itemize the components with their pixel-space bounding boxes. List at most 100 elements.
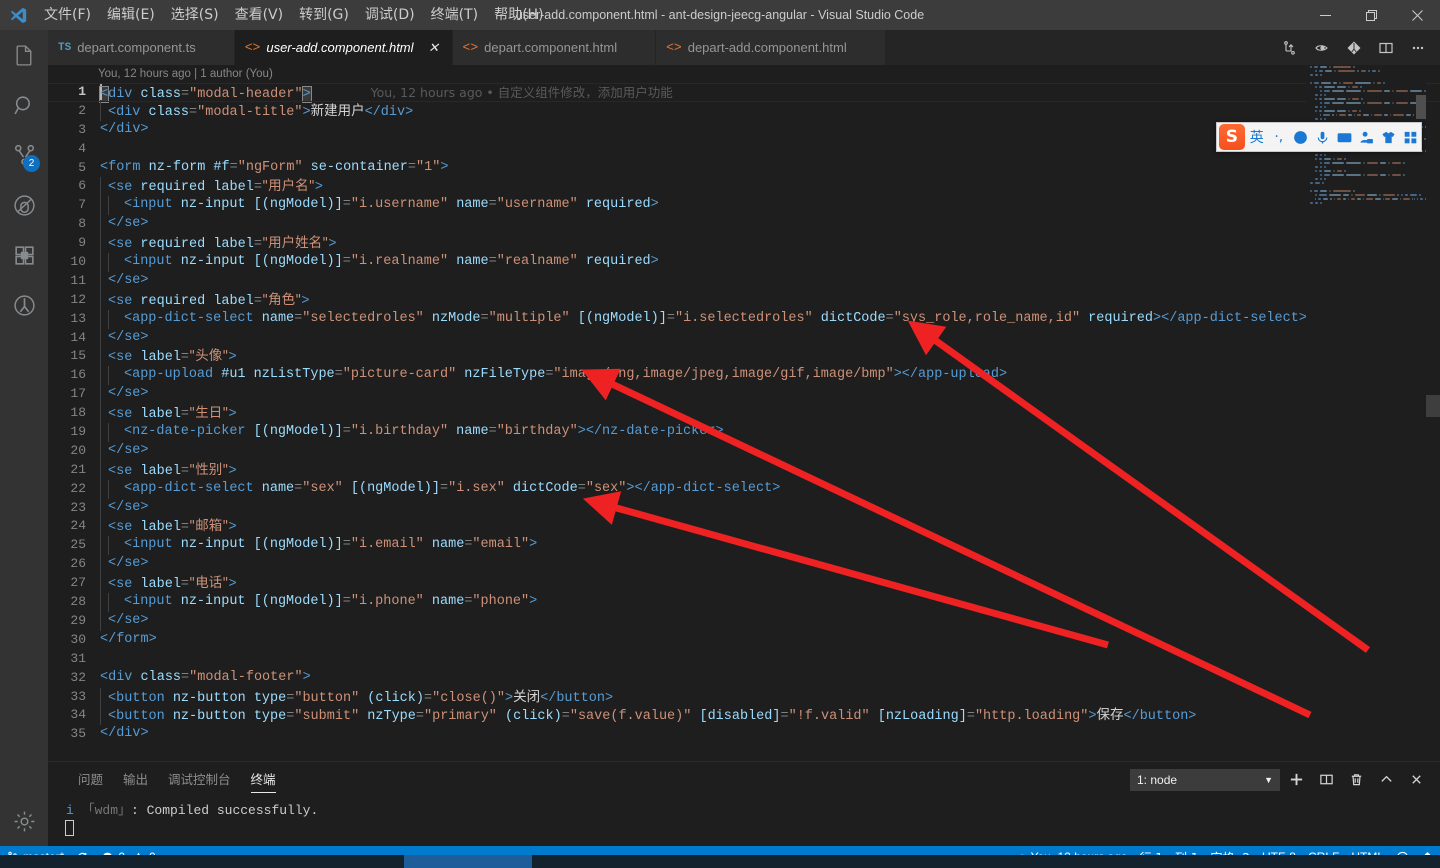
code-token: >: [228, 350, 237, 366]
sidebar-item-search[interactable]: [0, 80, 48, 130]
panel-tab-terminal[interactable]: 终端: [241, 762, 286, 797]
code-line[interactable]: <div class="modal-header"> You, 12 hours …: [48, 83, 1440, 103]
line-number: 3: [78, 121, 86, 137]
menu-view[interactable]: 查看(V): [227, 0, 292, 30]
panel-tab-debug-console[interactable]: 调试控制台: [158, 762, 241, 797]
panel-tab-problems[interactable]: 问题: [68, 762, 113, 797]
horizontal-scrollbar[interactable]: [0, 855, 1440, 868]
menu-edit[interactable]: 编辑(E): [99, 0, 163, 30]
user-icon[interactable]: [1357, 124, 1377, 150]
sogou-logo-icon[interactable]: S: [1219, 124, 1245, 150]
minimize-button[interactable]: [1302, 0, 1348, 30]
terminal-selector[interactable]: 1: node ▼: [1130, 768, 1280, 791]
code-line[interactable]: <button nz-button type="button" (click)=…: [100, 687, 1440, 707]
code-line[interactable]: <input nz-input [(ngModel)]="i.realname"…: [100, 253, 1440, 272]
code-line[interactable]: <se required label="角色">: [100, 290, 1440, 310]
code-line[interactable]: <app-dict-select name="selectedroles" nz…: [100, 309, 1440, 329]
tab-depart-component-html[interactable]: <> depart.component.html ✕: [452, 30, 657, 65]
code-area[interactable]: 1 2 3 4 5 6 7 8 9 10 11 12 13 14 15 16 17 18 19 20 21 22 23 24 2…: [48, 83, 1440, 744]
emoji-icon[interactable]: [1291, 124, 1311, 150]
code-line[interactable]: </se>: [100, 215, 1440, 235]
code-line[interactable]: <app-dict-select name="sex" [(ngModel)]=…: [100, 479, 1440, 499]
code-line[interactable]: <se label="电话">: [100, 574, 1440, 594]
close-icon[interactable]: ✕: [426, 40, 442, 56]
terminal-output[interactable]: i 「wdm」: Compiled successfully.: [48, 797, 1440, 846]
manage-settings-button[interactable]: [0, 796, 48, 846]
code-line[interactable]: <form nz-form #f="ngForm" se-container="…: [100, 159, 1440, 178]
horizontal-scrollbar-thumb[interactable]: [404, 855, 532, 868]
code-line[interactable]: </se>: [100, 611, 1440, 631]
code-line[interactable]: </se>: [100, 498, 1440, 518]
editor-vertical-scrollbar[interactable]: [1426, 65, 1440, 761]
code-line[interactable]: <se required label="用户姓名">: [100, 234, 1440, 254]
code-line[interactable]: <nz-date-picker [(ngModel)]="i.birthday"…: [100, 423, 1440, 442]
code-editor[interactable]: You, 12 hours ago | 1 author (You) 12345…: [48, 65, 1440, 761]
punctuation-icon[interactable]: ·,: [1269, 124, 1289, 150]
tab-depart-add-component-html[interactable]: <> depart-add.component.html ✕: [656, 30, 886, 65]
menu-terminal[interactable]: 终端(T): [423, 0, 486, 30]
menu-go[interactable]: 转到(G): [291, 0, 357, 30]
code-line[interactable]: <se label="生日">: [100, 404, 1440, 424]
keyboard-icon[interactable]: [1335, 124, 1355, 150]
code-token: app-dict-select: [132, 310, 254, 326]
code-line[interactable]: <se label="性别">: [100, 460, 1440, 480]
sidebar-item-source-control[interactable]: 2: [0, 130, 48, 180]
code-line[interactable]: </se>: [100, 271, 1440, 291]
menu-debug[interactable]: 调试(D): [357, 0, 423, 30]
panel-tab-output[interactable]: 输出: [113, 762, 158, 797]
compare-changes-icon[interactable]: [1276, 30, 1304, 65]
apps-icon[interactable]: [1401, 124, 1421, 150]
code-line[interactable]: <app-upload #u1 nzListType="picture-card…: [100, 366, 1440, 386]
tab-user-add-component-html[interactable]: <> user-add.component.html ✕: [234, 30, 453, 65]
new-terminal-icon[interactable]: [1282, 766, 1310, 794]
menu-bar[interactable]: 文件(F) 编辑(E) 选择(S) 查看(V) 转到(G) 调试(D) 终端(T…: [36, 0, 552, 30]
code-line[interactable]: </se>: [100, 328, 1440, 348]
menu-file[interactable]: 文件(F): [36, 0, 99, 30]
code-line[interactable]: </se>: [100, 385, 1440, 405]
split-terminal-icon[interactable]: [1312, 766, 1340, 794]
maximize-restore-button[interactable]: [1348, 0, 1394, 30]
sidebar-item-explorer[interactable]: [0, 30, 48, 80]
code-line[interactable]: <se label="头像">: [100, 347, 1440, 367]
code-line[interactable]: </div>: [100, 725, 1440, 744]
code-line[interactable]: </form>: [100, 631, 1440, 650]
code-token: =: [180, 407, 190, 423]
code-lines[interactable]: <div class="modal-header"> You, 12 hours …: [48, 83, 1440, 744]
code-line[interactable]: <input nz-input [(ngModel)]="i.email" na…: [100, 536, 1440, 556]
preview-eye-icon[interactable]: [1308, 30, 1336, 65]
code-token: "sys_role,role_name,id": [893, 310, 1081, 326]
code-line[interactable]: <div class="modal-title">新建用户</div>: [100, 101, 1440, 121]
sidebar-item-debug[interactable]: [0, 180, 48, 230]
voice-icon[interactable]: [1313, 124, 1333, 150]
ime-mode-toggle[interactable]: 英: [1247, 124, 1267, 150]
skin-icon[interactable]: [1379, 124, 1399, 150]
sidebar-item-extensions[interactable]: [0, 230, 48, 280]
tab-depart-component-ts[interactable]: TS depart.component.ts ✕: [48, 30, 235, 65]
code-line[interactable]: <button nz-button type="submit" nzType="…: [100, 706, 1440, 726]
code-token: required: [577, 254, 651, 270]
code-line[interactable]: </se>: [100, 555, 1440, 575]
menu-selection[interactable]: 选择(S): [163, 0, 227, 30]
code-line[interactable]: <div class="modal-footer">: [100, 669, 1440, 688]
code-line[interactable]: [100, 650, 1440, 669]
sogou-ime-toolbar[interactable]: S 英 ·,: [1216, 122, 1422, 152]
gitlens-icon[interactable]: [1340, 30, 1368, 65]
kill-terminal-icon[interactable]: [1342, 766, 1370, 794]
sidebar-item-gitlens[interactable]: [0, 280, 48, 330]
scrollbar-thumb[interactable]: [1426, 395, 1440, 417]
line-number: 24: [70, 518, 86, 534]
code-line[interactable]: <input nz-input [(ngModel)]="i.username"…: [100, 196, 1440, 216]
split-editor-icon[interactable]: [1372, 30, 1400, 65]
maximize-panel-icon[interactable]: [1372, 766, 1400, 794]
code-token: =: [181, 669, 190, 685]
code-line[interactable]: <se label="邮箱">: [100, 517, 1440, 537]
close-window-button[interactable]: [1394, 0, 1440, 30]
code-line[interactable]: <input nz-input [(ngModel)]="i.phone" na…: [100, 593, 1440, 612]
more-actions-icon[interactable]: [1404, 30, 1432, 65]
close-panel-icon[interactable]: [1402, 766, 1430, 794]
code-token: >: [529, 594, 538, 610]
code-line[interactable]: <se required label="用户名">: [100, 177, 1440, 197]
code-line[interactable]: </se>: [100, 441, 1440, 461]
menu-help[interactable]: 帮助(H): [486, 0, 551, 30]
code-token: [(ngModel)]: [569, 310, 667, 326]
